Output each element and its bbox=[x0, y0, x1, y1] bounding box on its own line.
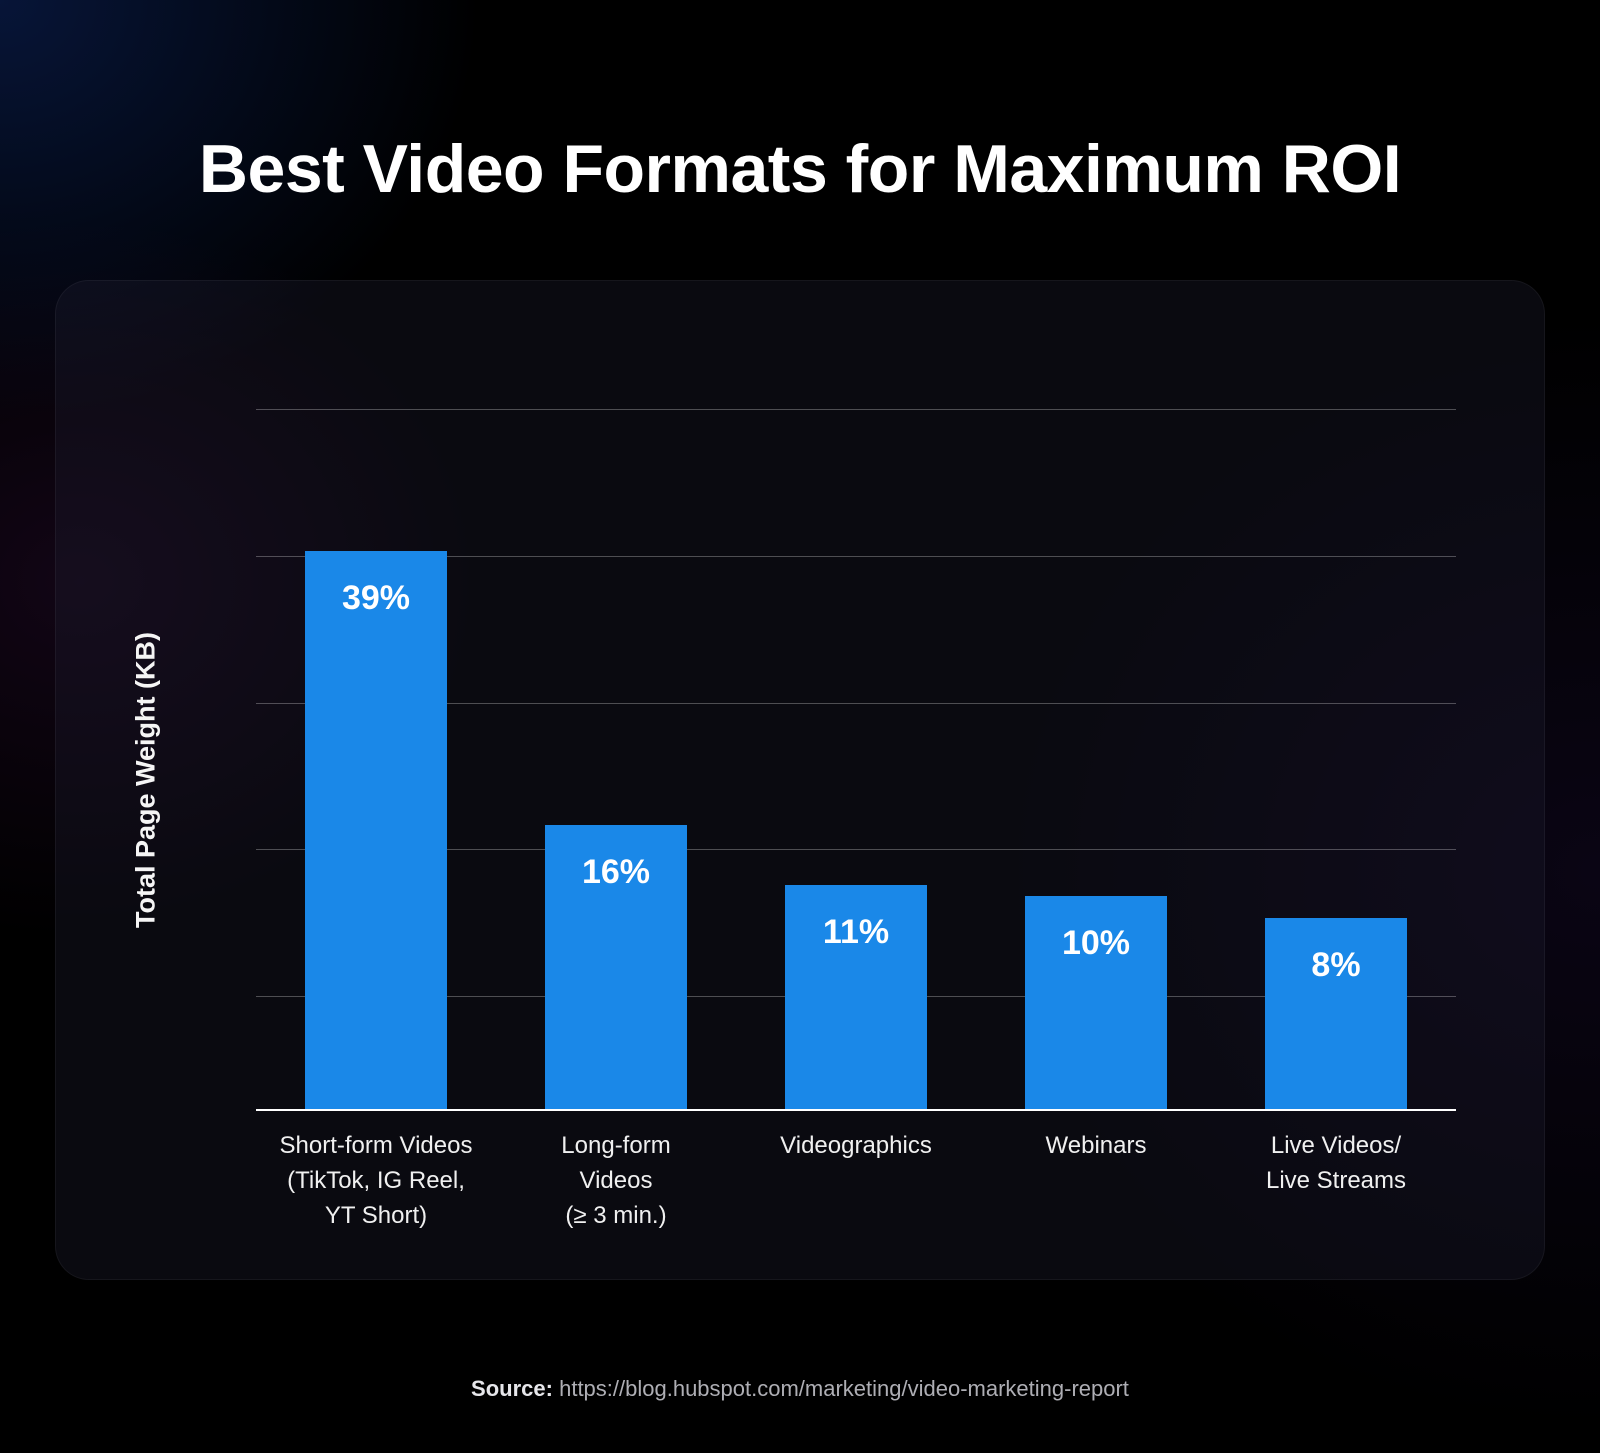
bar-value-label: 10% bbox=[1025, 924, 1167, 963]
bars-container: 39% 16% 11% 10% 8% bbox=[256, 341, 1456, 1109]
chart-title: Best Video Formats for Maximum ROI bbox=[0, 130, 1600, 208]
x-label: Short-form Videos (TikTok, IG Reel, YT S… bbox=[256, 1129, 496, 1233]
bar-value-label: 39% bbox=[305, 579, 447, 618]
x-label: Videographics bbox=[736, 1129, 976, 1233]
bar-live-videos: 8% bbox=[1265, 918, 1407, 1109]
x-label: Live Videos/ Live Streams bbox=[1216, 1129, 1456, 1233]
source-label: Source: bbox=[471, 1376, 553, 1401]
chart-card: Total Page Weight (KB) 39% 16% 11% bbox=[55, 280, 1545, 1280]
bar-slot: 11% bbox=[736, 341, 976, 1109]
bar-value-label: 11% bbox=[785, 913, 927, 952]
bar-short-form: 39% bbox=[305, 551, 447, 1109]
x-label: Webinars bbox=[976, 1129, 1216, 1233]
x-label: Long-form Videos (≥ 3 min.) bbox=[496, 1129, 736, 1233]
bar-slot: 8% bbox=[1216, 341, 1456, 1109]
plot-area: 39% 16% 11% 10% 8% bbox=[256, 341, 1456, 1111]
source-line: Source: https://blog.hubspot.com/marketi… bbox=[0, 1376, 1600, 1402]
bar-webinars: 10% bbox=[1025, 896, 1167, 1110]
y-axis-label: Total Page Weight (KB) bbox=[131, 632, 162, 928]
bar-value-label: 8% bbox=[1265, 946, 1407, 985]
bar-value-label: 16% bbox=[545, 853, 687, 892]
source-url: https://blog.hubspot.com/marketing/video… bbox=[559, 1376, 1129, 1401]
x-axis-labels: Short-form Videos (TikTok, IG Reel, YT S… bbox=[256, 1129, 1456, 1233]
bar-long-form: 16% bbox=[545, 825, 687, 1109]
bar-slot: 39% bbox=[256, 341, 496, 1109]
bar-videographics: 11% bbox=[785, 885, 927, 1109]
bar-slot: 10% bbox=[976, 341, 1216, 1109]
bar-slot: 16% bbox=[496, 341, 736, 1109]
